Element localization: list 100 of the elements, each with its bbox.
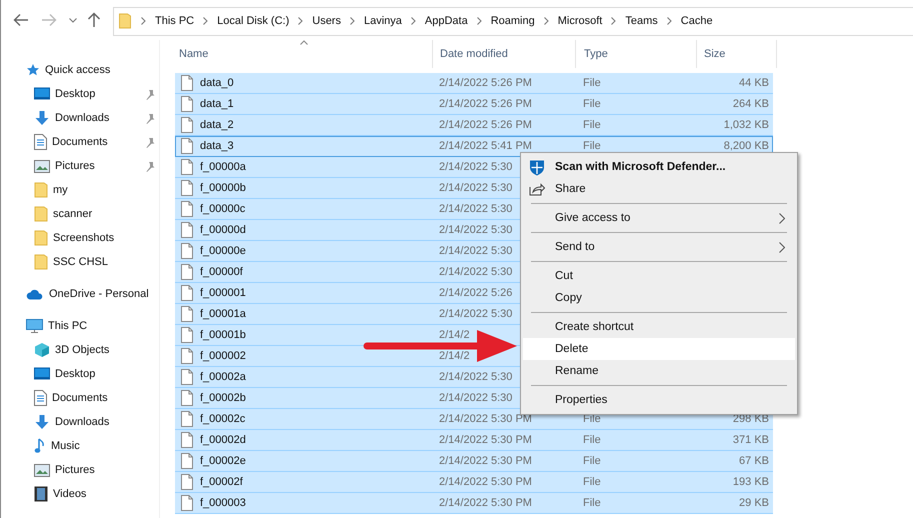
file-icon bbox=[181, 159, 193, 175]
pictures-icon bbox=[34, 464, 50, 476]
file-icon bbox=[181, 201, 193, 217]
file-name: data_3 bbox=[200, 140, 234, 152]
type-cell-text: File bbox=[583, 496, 602, 510]
breadcrumb-item[interactable]: Users bbox=[312, 15, 341, 27]
sidebar-item[interactable]: Pictures bbox=[1, 154, 159, 178]
sidebar-item[interactable]: Desktop bbox=[1, 82, 159, 106]
file-icon bbox=[181, 285, 193, 301]
date-cell: 2/14/2022 5:30 bbox=[439, 244, 512, 258]
column-header[interactable]: Type bbox=[576, 40, 697, 68]
file-icon bbox=[181, 243, 193, 259]
file-icon bbox=[181, 117, 193, 133]
sidebar-item[interactable]: Downloads bbox=[1, 410, 159, 434]
caret-icon[interactable] bbox=[69, 18, 77, 22]
file-name: f_00000f bbox=[200, 266, 243, 278]
file-row[interactable]: f_000003 2/14/2022 5:30 PM File 29 KB bbox=[175, 493, 773, 514]
date-cell: 2/14/2022 5:30 bbox=[439, 182, 512, 194]
column-header[interactable]: Size bbox=[697, 40, 777, 68]
file-name: f_00002a bbox=[200, 370, 246, 384]
pin-icon bbox=[145, 112, 155, 124]
file-icon bbox=[181, 180, 193, 196]
pin-icon bbox=[145, 88, 155, 100]
sidebar-item[interactable]: Music bbox=[1, 434, 159, 458]
size-cell-text: 371 KB bbox=[732, 434, 769, 446]
file-name: f_00002c bbox=[200, 412, 246, 426]
chevron-icon bbox=[350, 17, 355, 25]
up-arrow-icon[interactable] bbox=[87, 12, 101, 28]
date-cell: 2/14/2022 5:30 bbox=[439, 266, 512, 278]
chevron-icon bbox=[141, 17, 146, 25]
size-cell-text: 67 KB bbox=[738, 454, 769, 468]
breadcrumb-item[interactable]: AppData bbox=[424, 15, 468, 27]
sidebar-item[interactable]: scanner bbox=[1, 202, 159, 226]
breadcrumb-item[interactable]: This PC bbox=[155, 15, 194, 27]
file-row[interactable]: f_00002e 2/14/2022 5:30 PM File 67 KB bbox=[175, 451, 773, 472]
file-icon bbox=[181, 138, 193, 154]
pin-icon bbox=[145, 160, 155, 172]
breadcrumb-item[interactable]: Teams bbox=[625, 15, 658, 27]
sidebar-item[interactable]: Pictures bbox=[1, 458, 159, 482]
sidebar-item[interactable]: SSC CHSL bbox=[1, 250, 159, 274]
date-cell: 2/14/2 bbox=[439, 350, 470, 362]
file-icon bbox=[181, 495, 193, 511]
breadcrumb-item[interactable]: Microsoft bbox=[558, 15, 602, 27]
breadcrumb-item[interactable]: Lavinya bbox=[364, 15, 402, 27]
address-bar[interactable]: This PC Local Disk (C:) Users Lavinya AppData Roaming Microsoft Teams Cache bbox=[113, 6, 913, 36]
chevron-icon bbox=[203, 17, 208, 25]
file-row[interactable]: data_2 2/14/2022 5:26 PM File 1,032 KB bbox=[175, 115, 773, 136]
file-name: data_2 bbox=[200, 118, 234, 132]
folder-icon bbox=[34, 182, 48, 198]
sidebar-item[interactable]: OneDrive - Personal bbox=[1, 282, 159, 306]
breadcrumb-item[interactable]: Roaming bbox=[490, 15, 535, 27]
sidebar-item[interactable]: Screenshots bbox=[1, 226, 159, 250]
sidebar-item[interactable]: Videos bbox=[1, 482, 159, 506]
sidebar-item[interactable]: Downloads bbox=[1, 106, 159, 130]
file-name: f_000002 bbox=[200, 350, 246, 362]
type-cell-text: File bbox=[583, 434, 602, 446]
size-cell-text: 8,200 KB bbox=[722, 140, 769, 152]
file-name: data_0 bbox=[200, 76, 234, 90]
file-row[interactable]: data_0 2/14/2022 5:26 PM File 44 KB bbox=[175, 73, 773, 94]
file-row[interactable]: f_00002d 2/14/2022 5:30 PM File 371 KB bbox=[175, 430, 773, 451]
file-icon bbox=[181, 411, 193, 427]
file-row[interactable]: f_00002f 2/14/2022 5:30 PM File 193 KB bbox=[175, 472, 773, 493]
size-cell-text: 29 KB bbox=[738, 496, 769, 510]
file-row[interactable]: data_3 2/14/2022 5:41 PM File 8,200 KB bbox=[175, 136, 773, 157]
breadcrumb-item[interactable]: Local Disk (C:) bbox=[217, 15, 290, 27]
size-cell-text: 44 KB bbox=[738, 76, 769, 90]
menu-item[interactable]: Delete bbox=[523, 338, 795, 360]
type-cell-text: File bbox=[583, 140, 602, 152]
file-name: f_00002b bbox=[200, 392, 246, 404]
star-icon bbox=[26, 63, 40, 77]
back-arrow-icon[interactable] bbox=[13, 13, 29, 27]
file-row[interactable]: data_1 2/14/2022 5:26 PM File 264 KB bbox=[175, 94, 773, 115]
date-cell: 2/14/2022 5:30 bbox=[439, 370, 512, 384]
file-name: f_00002f bbox=[200, 476, 243, 488]
chevron-icon bbox=[410, 17, 416, 25]
sidebar-item[interactable]: Documents bbox=[1, 130, 159, 154]
pictures-icon bbox=[34, 160, 50, 172]
sidebar-item[interactable]: Documents bbox=[1, 386, 159, 410]
file-name: f_000003 bbox=[200, 496, 246, 510]
file-icon bbox=[181, 474, 193, 490]
sidebar-item[interactable]: Quick access bbox=[1, 58, 159, 82]
download-arrow-icon bbox=[34, 110, 50, 126]
file-name: f_00000e bbox=[200, 244, 246, 258]
column-header[interactable]: Date modified bbox=[433, 40, 576, 68]
date-cell: 2/14/2022 5:30 PM bbox=[439, 434, 532, 446]
sidebar-item[interactable]: 3D Objects bbox=[1, 338, 159, 362]
type-cell-text: File bbox=[583, 476, 602, 488]
sidebar-item[interactable]: This PC bbox=[1, 314, 159, 338]
size-cell-text: 1,032 KB bbox=[722, 118, 769, 132]
cube-icon bbox=[34, 342, 50, 358]
column-header[interactable]: Name bbox=[175, 40, 433, 68]
chevron-icon bbox=[611, 17, 616, 25]
sidebar-item[interactable]: Desktop bbox=[1, 362, 159, 386]
type-cell-text: File bbox=[583, 454, 602, 468]
breadcrumb-item[interactable]: Cache bbox=[680, 15, 713, 27]
date-cell: 2/14/2022 5:30 bbox=[439, 224, 512, 236]
pin-icon bbox=[145, 136, 155, 148]
sidebar-item[interactable]: my bbox=[1, 178, 159, 202]
desktop-icon bbox=[34, 367, 50, 381]
file-icon bbox=[181, 369, 193, 385]
